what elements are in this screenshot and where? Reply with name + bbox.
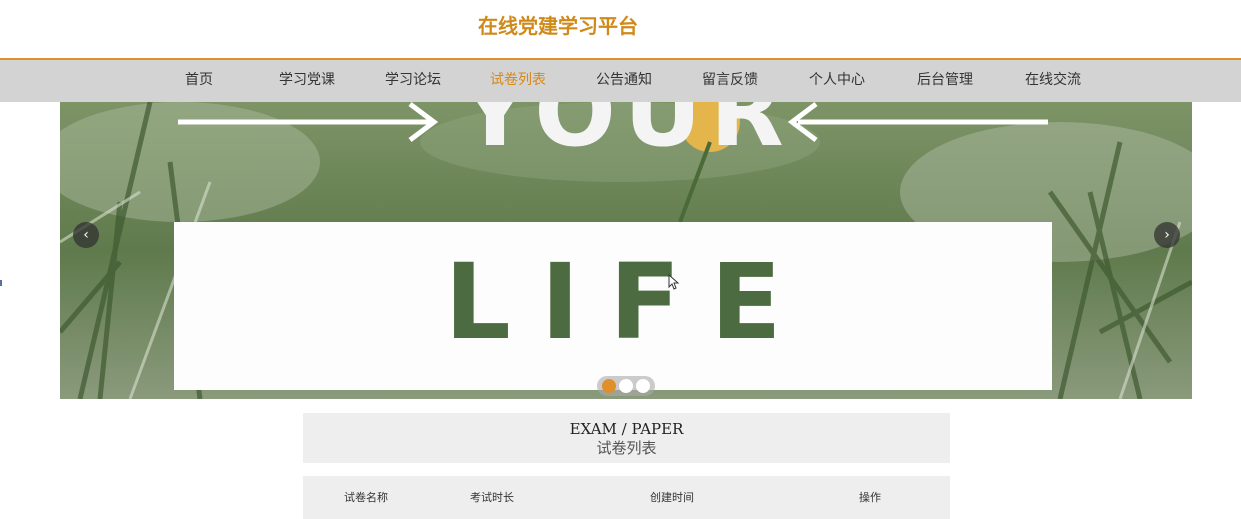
section-title-en: EXAM / PAPER [569,420,684,438]
banner-word-your: YOUR [460,102,792,168]
site-title: 在线党建学习平台 [478,14,638,38]
column-header-duration: 考试时长 [470,491,514,504]
column-header-actions: 操作 [859,491,881,504]
section-title-cn: 试卷列表 [596,439,657,457]
banner-text-box: LIFE [174,222,1052,390]
side-marker [0,280,2,286]
mouse-cursor-icon [668,274,680,290]
nav-item-forum[interactable]: 学习论坛 [385,60,441,102]
chevron-left-icon: ‹ [83,227,89,243]
section-header: EXAM / PAPER 试卷列表 [303,413,950,463]
carousel-prev-button[interactable]: ‹ [73,222,99,248]
nav-item-admin[interactable]: 后台管理 [917,60,973,102]
nav-item-home[interactable]: 首页 [185,60,213,102]
nav-item-party-courses[interactable]: 学习党课 [279,60,335,102]
nav-item-exam-list[interactable]: 试卷列表 [490,60,546,102]
chevron-right-icon: › [1164,227,1170,243]
nav-item-feedback[interactable]: 留言反馈 [702,60,758,102]
page: 在线党建学习平台 首页 学习党课 学习论坛 试卷列表 公告通知 留言反馈 个人中… [0,0,1241,519]
nav-item-notices[interactable]: 公告通知 [596,60,652,102]
carousel-next-button[interactable]: › [1154,222,1180,248]
carousel-dot-2[interactable] [619,379,633,393]
banner-word-life: LIFE [444,241,812,363]
banner-carousel[interactable]: YOUR LIFE ‹ › [60,102,1192,399]
carousel-indicators [597,376,655,396]
main-nav: 首页 学习党课 学习论坛 试卷列表 公告通知 留言反馈 个人中心 后台管理 在线… [0,58,1241,102]
carousel-dot-3[interactable] [636,379,650,393]
nav-item-profile[interactable]: 个人中心 [809,60,865,102]
exam-table-header: 试卷名称 考试时长 创建时间 操作 [303,476,950,519]
nav-item-chat[interactable]: 在线交流 [1025,60,1081,102]
carousel-dot-1[interactable] [602,379,616,393]
column-header-created-time: 创建时间 [650,491,694,504]
column-header-exam-name: 试卷名称 [344,491,388,504]
